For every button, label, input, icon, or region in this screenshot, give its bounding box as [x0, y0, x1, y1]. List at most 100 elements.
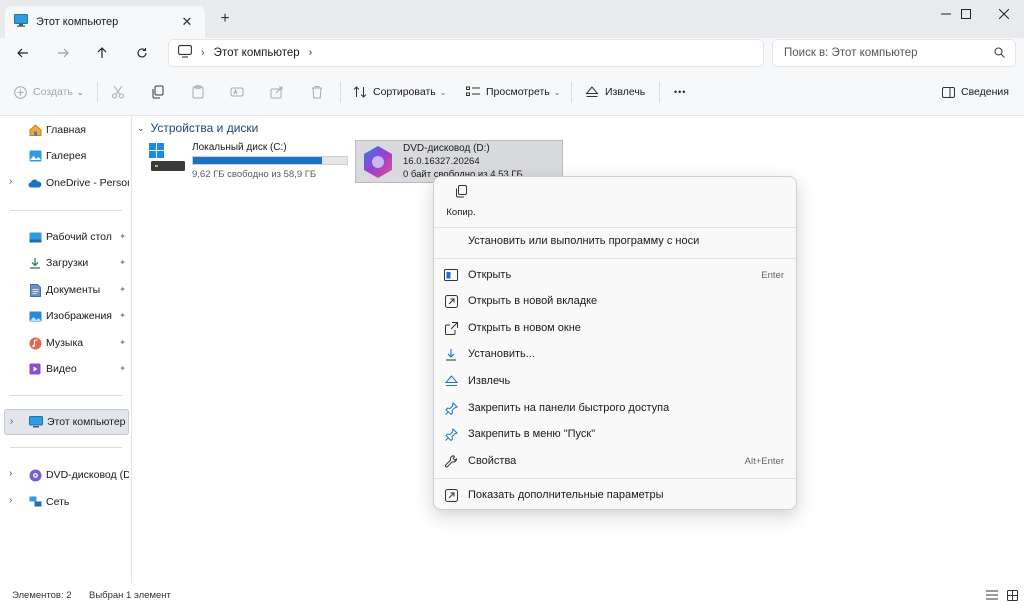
sidebar-item-home[interactable]: Главная [4, 117, 129, 143]
back-button[interactable] [10, 40, 36, 66]
sidebar-divider [10, 395, 122, 396]
menu-show-more-options[interactable]: Показать дополнительные параметры [440, 482, 790, 508]
arrow-up-icon [97, 47, 107, 58]
copy-menu-button[interactable]: Копир. [444, 185, 478, 227]
sidebar-item-label: DVD-дисковод (D:) [46, 469, 129, 481]
chevron-down-icon[interactable]: ⌄ [137, 123, 145, 134]
chevron-right-icon[interactable]: › [9, 176, 12, 187]
up-button[interactable] [89, 40, 115, 66]
sort-button[interactable]: Сортировать ⌄ [353, 80, 446, 104]
chevron-right-icon[interactable]: › [10, 416, 13, 427]
close-icon [999, 9, 1009, 19]
drive-d-version: 16.0.16327.20264 [403, 156, 480, 167]
pin-icon[interactable]: ✦ [119, 338, 126, 347]
details-button[interactable]: Сведения [942, 80, 1009, 104]
list-view-icon [986, 590, 998, 600]
menu-eject[interactable]: Извлечь [440, 368, 790, 394]
share-button[interactable] [270, 80, 284, 104]
eject-icon [443, 373, 459, 389]
windows-drive-icon [149, 143, 185, 178]
refresh-button[interactable] [129, 40, 155, 66]
monitor-icon [14, 14, 28, 30]
address-bar[interactable]: › Этот компьютер › [168, 39, 764, 67]
status-selection: Выбран 1 элемент [89, 590, 171, 601]
sort-label: Сортировать [373, 86, 436, 98]
sidebar-item-network[interactable]: › Сеть [4, 489, 129, 515]
network-icon [28, 495, 42, 509]
chevron-down-icon: ⌄ [553, 87, 561, 97]
details-view-button[interactable] [984, 588, 1000, 602]
chevron-right-icon[interactable]: › [9, 495, 12, 506]
sidebar-item-pictures[interactable]: Изображения ✦ [4, 303, 129, 329]
sidebar-item-video[interactable]: Видео ✦ [4, 356, 129, 382]
sidebar-item-desktop[interactable]: Рабочий стол ✦ [4, 224, 129, 250]
menu-pin-quick-access[interactable]: Закрепить на панели быстрого доступа [440, 395, 790, 421]
tiles-view-icon [1006, 589, 1018, 601]
close-tab-icon[interactable]: ✕ [177, 12, 197, 32]
share-icon [270, 86, 283, 99]
pin-icon[interactable]: ✦ [119, 232, 126, 241]
sidebar-item-this-pc[interactable]: › Этот компьютер [4, 409, 129, 435]
sidebar-item-music[interactable]: Музыка ✦ [4, 330, 129, 356]
details-label: Сведения [961, 86, 1009, 98]
rename-button[interactable] [230, 80, 244, 104]
tab-this-pc[interactable]: Этот компьютер ✕ [5, 6, 205, 38]
toolbar-divider [571, 82, 572, 102]
toolbar-divider [659, 82, 660, 102]
menu-properties[interactable]: Свойства Alt+Enter [440, 448, 790, 474]
pin-icon[interactable]: ✦ [119, 364, 126, 373]
sidebar-item-dvd[interactable]: › DVD-дисковод (D:) [4, 462, 129, 488]
sidebar-item-documents[interactable]: Документы ✦ [4, 277, 129, 303]
toolbar-divider [97, 82, 98, 102]
maximize-button[interactable] [946, 0, 986, 28]
drive-c-tile[interactable]: Локальный диск (C:) 9,62 ГБ свободно из … [146, 140, 350, 183]
menu-divider [434, 258, 796, 259]
pin-icon[interactable]: ✦ [119, 258, 126, 267]
breadcrumb-chevron-icon[interactable]: › [309, 47, 313, 59]
pin-icon[interactable]: ✦ [119, 311, 126, 320]
forward-button[interactable] [50, 40, 76, 66]
paste-button[interactable] [191, 80, 205, 104]
details-pane-icon [942, 86, 955, 98]
eject-button[interactable]: Извлечь [585, 80, 645, 104]
chevron-down-icon: ⌄ [76, 87, 84, 97]
menu-open-new-tab[interactable]: Открыть в новой вкладке [440, 288, 790, 314]
new-tab-button[interactable]: + [214, 8, 236, 30]
close-window-button[interactable] [984, 0, 1024, 28]
sidebar-item-downloads[interactable]: Загрузки ✦ [4, 250, 129, 276]
menu-pin-start[interactable]: Закрепить в меню "Пуск" [440, 421, 790, 447]
menu-install-run[interactable]: Установить или выполнить программу с нос… [440, 228, 790, 254]
menu-item-label: Открыть [468, 269, 512, 281]
breadcrumb-chevron-icon[interactable]: › [201, 47, 205, 59]
open-window-icon [443, 267, 459, 283]
create-button[interactable]: Создать ⌄ [14, 80, 84, 104]
sidebar-item-gallery[interactable]: Галерея [4, 143, 129, 169]
tiles-view-button[interactable] [1004, 588, 1020, 602]
pin-icon[interactable]: ✦ [119, 285, 126, 294]
chevron-right-icon[interactable]: › [9, 468, 12, 479]
menu-install[interactable]: Установить... [440, 341, 790, 367]
sidebar-divider [10, 447, 122, 448]
gallery-icon [28, 149, 42, 163]
menu-shortcut: Enter [761, 269, 784, 281]
copy-label: Копир. [446, 207, 476, 218]
copy-button[interactable] [151, 80, 165, 104]
more-options-button[interactable]: ••• [674, 80, 686, 104]
context-menu: Копир. Установить или выполнить программ… [433, 176, 797, 510]
arrow-left-icon [17, 48, 28, 58]
menu-divider [434, 478, 796, 479]
view-button[interactable]: Просмотреть ⌄ [466, 80, 560, 104]
breadcrumb-this-pc[interactable]: Этот компьютер [214, 47, 300, 59]
search-input[interactable] [784, 47, 984, 59]
group-header-devices[interactable]: ⌄ Устройства и диски [137, 121, 258, 135]
scissors-icon [112, 85, 124, 99]
menu-open-new-window[interactable]: Открыть в новом окне [440, 315, 790, 341]
more-options-icon [443, 487, 459, 503]
menu-open[interactable]: Открыть Enter [440, 262, 790, 288]
menu-item-label: Открыть в новой вкладке [468, 295, 598, 307]
cut-button[interactable] [111, 80, 125, 104]
group-title: Устройства и диски [150, 121, 259, 135]
sidebar-item-onedrive[interactable]: › OneDrive - Persona [4, 170, 129, 196]
delete-button[interactable] [310, 80, 324, 104]
search-box[interactable] [772, 39, 1016, 67]
